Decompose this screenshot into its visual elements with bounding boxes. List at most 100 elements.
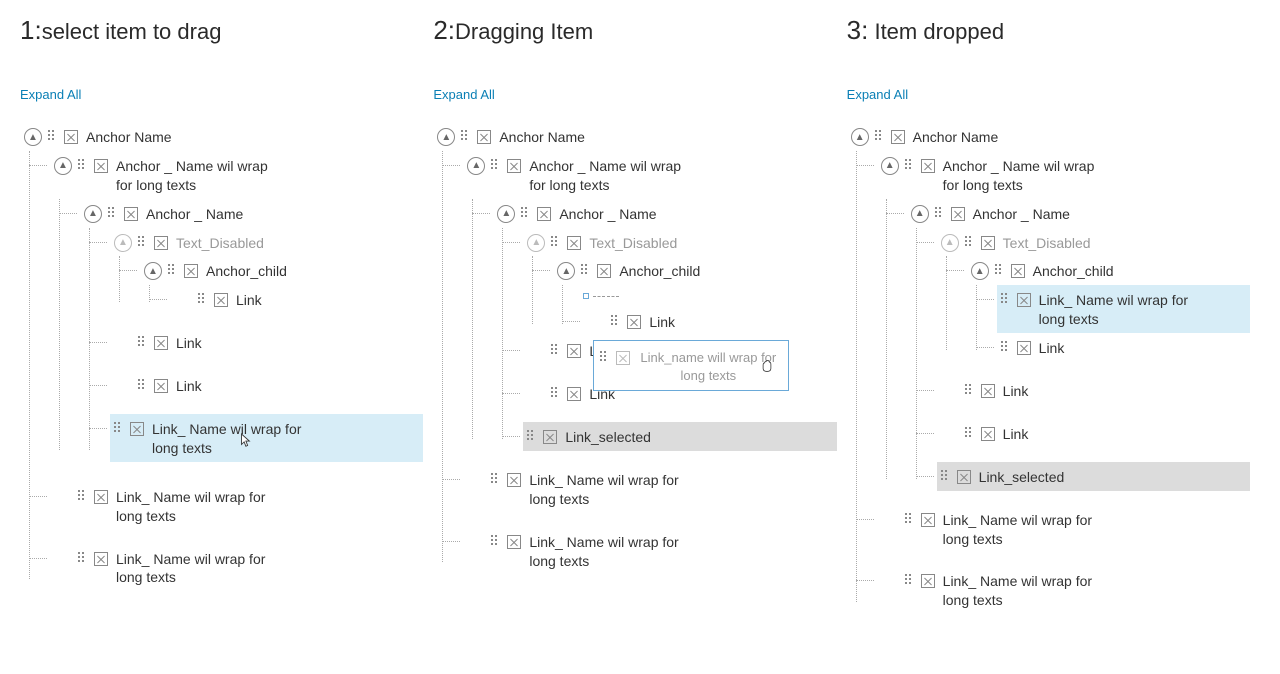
placeholder-icon[interactable] (543, 430, 557, 444)
drag-handle-icon[interactable] (48, 130, 58, 140)
drag-handle-icon[interactable] (935, 207, 945, 217)
drag-handle-icon[interactable] (600, 351, 610, 361)
tree-item[interactable]: Link (937, 419, 1250, 448)
tree-item[interactable]: Link_ Name wil wrap for long texts (463, 465, 836, 513)
drag-handle-icon[interactable] (78, 552, 88, 562)
tree-item[interactable]: ▲ Anchor_child (140, 256, 423, 285)
placeholder-icon[interactable] (1017, 341, 1031, 355)
drag-handle-icon[interactable] (491, 535, 501, 545)
drag-ghost[interactable]: Link_name will wrap for long texts (593, 340, 789, 391)
collapse-icon[interactable]: ▲ (971, 262, 989, 280)
collapse-icon[interactable]: ▲ (54, 157, 72, 175)
placeholder-icon[interactable] (507, 535, 521, 549)
collapse-icon[interactable]: ▲ (467, 157, 485, 175)
tree-item-dropped[interactable]: Link_ Name wil wrap for long texts (997, 285, 1250, 333)
drop-target-slot[interactable] (583, 285, 836, 307)
tree-item-previous-slot[interactable]: Link_selected (937, 462, 1250, 491)
tree-item[interactable]: Link_ Name wil wrap for long texts (50, 544, 423, 592)
tree-item[interactable]: ▲ Anchor _ Name (80, 199, 423, 228)
drag-handle-icon[interactable] (138, 336, 148, 346)
tree-item[interactable]: ▲ Anchor _ Name wil wrap for long texts (50, 151, 423, 199)
tree-item[interactable]: Link (997, 333, 1250, 362)
collapse-icon[interactable]: ▲ (881, 157, 899, 175)
drag-handle-icon[interactable] (581, 264, 591, 274)
drag-handle-icon[interactable] (965, 427, 975, 437)
drag-handle-icon[interactable] (551, 387, 561, 397)
tree-item[interactable]: Link (937, 376, 1250, 405)
collapse-icon[interactable]: ▲ (24, 128, 42, 146)
placeholder-icon[interactable] (981, 427, 995, 441)
placeholder-icon[interactable] (921, 513, 935, 527)
drag-handle-icon[interactable] (198, 293, 208, 303)
tree-item[interactable]: ▲ Anchor_child (553, 256, 836, 285)
drag-handle-icon[interactable] (461, 130, 471, 140)
tree-item[interactable]: Link (170, 285, 423, 314)
drag-handle-icon[interactable] (905, 159, 915, 169)
drag-handle-icon[interactable] (1001, 341, 1011, 351)
placeholder-icon[interactable] (154, 379, 168, 393)
tree-item[interactable]: Link_ Name wil wrap for long texts (877, 566, 1250, 614)
drag-handle-icon[interactable] (521, 207, 531, 217)
placeholder-icon[interactable] (1011, 264, 1025, 278)
placeholder-icon[interactable] (597, 264, 611, 278)
placeholder-icon[interactable] (477, 130, 491, 144)
drag-handle-icon[interactable] (108, 207, 118, 217)
placeholder-icon[interactable] (957, 470, 971, 484)
drag-handle-icon[interactable] (527, 430, 537, 440)
drag-handle-icon[interactable] (875, 130, 885, 140)
collapse-icon[interactable]: ▲ (557, 262, 575, 280)
placeholder-icon[interactable] (537, 207, 551, 221)
drag-handle-icon[interactable] (611, 315, 621, 325)
drag-handle-icon[interactable] (995, 264, 1005, 274)
collapse-icon[interactable]: ▲ (144, 262, 162, 280)
placeholder-icon[interactable] (64, 130, 78, 144)
tree-item-drag-source[interactable]: Link_selected (523, 422, 836, 451)
tree-item[interactable]: Link_ Name wil wrap for long texts (50, 482, 423, 530)
expand-all-link[interactable]: Expand All (20, 87, 81, 102)
placeholder-icon[interactable] (891, 130, 905, 144)
placeholder-icon[interactable] (921, 574, 935, 588)
collapse-icon[interactable]: ▲ (437, 128, 455, 146)
placeholder-icon[interactable] (627, 315, 641, 329)
placeholder-icon[interactable] (507, 159, 521, 173)
placeholder-icon[interactable] (124, 207, 138, 221)
drag-handle-icon[interactable] (114, 422, 124, 432)
tree-item-anchor-root[interactable]: ▲ Anchor Name (847, 122, 1250, 151)
drag-handle-icon[interactable] (941, 470, 951, 480)
drag-handle-icon[interactable] (1001, 293, 1011, 303)
drag-handle-icon[interactable] (905, 513, 915, 523)
drag-handle-icon[interactable] (168, 264, 178, 274)
tree-item[interactable]: ▲ Anchor _ Name wil wrap for long texts (463, 151, 836, 199)
drag-handle-icon[interactable] (905, 574, 915, 584)
placeholder-icon[interactable] (130, 422, 144, 436)
tree-item[interactable]: ▲ Anchor _ Name (493, 199, 836, 228)
tree-item[interactable]: Link_ Name wil wrap for long texts (463, 527, 836, 575)
drag-handle-icon[interactable] (551, 344, 561, 354)
placeholder-icon[interactable] (567, 344, 581, 358)
expand-all-link[interactable]: Expand All (847, 87, 908, 102)
collapse-icon[interactable]: ▲ (497, 205, 515, 223)
placeholder-icon[interactable] (154, 336, 168, 350)
tree-item[interactable]: ▲ Anchor _ Name wil wrap for long texts (877, 151, 1250, 199)
drag-handle-icon[interactable] (78, 490, 88, 500)
drag-handle-icon[interactable] (491, 473, 501, 483)
drag-handle-icon[interactable] (78, 159, 88, 169)
collapse-icon[interactable]: ▲ (851, 128, 869, 146)
collapse-icon[interactable]: ▲ (84, 205, 102, 223)
placeholder-icon[interactable] (214, 293, 228, 307)
drag-handle-icon[interactable] (138, 379, 148, 389)
tree-item[interactable]: Link (110, 371, 423, 400)
placeholder-icon[interactable] (1017, 293, 1031, 307)
collapse-icon[interactable]: ▲ (911, 205, 929, 223)
tree-item[interactable]: Link (583, 307, 836, 336)
tree-item[interactable]: Link_ Name wil wrap for long texts (877, 505, 1250, 553)
tree-item[interactable]: ▲ Anchor _ Name (907, 199, 1250, 228)
expand-all-link[interactable]: Expand All (433, 87, 494, 102)
tree-item-anchor-root[interactable]: ▲ Anchor Name (433, 122, 836, 151)
tree-item-selected[interactable]: Link_ Name wil wrap for long texts (110, 414, 423, 462)
placeholder-icon[interactable] (94, 159, 108, 173)
tree-item[interactable]: ▲ Anchor_child (967, 256, 1250, 285)
placeholder-icon[interactable] (567, 387, 581, 401)
tree-item[interactable]: Link (110, 328, 423, 357)
tree-item-anchor-root[interactable]: ▲ Anchor Name (20, 122, 423, 151)
